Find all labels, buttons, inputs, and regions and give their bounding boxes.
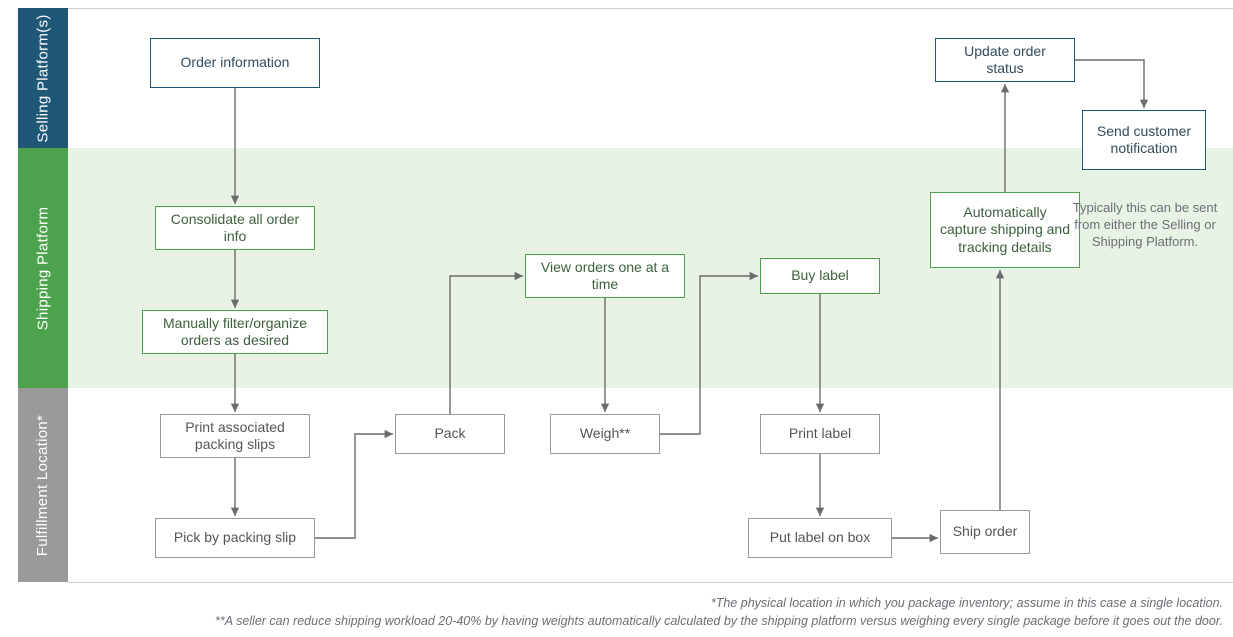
node-label: View orders one at a time [534, 259, 676, 294]
node-label: Order information [181, 54, 290, 72]
node-pack: Pack [395, 414, 505, 454]
node-label: Ship order [953, 523, 1018, 541]
node-put-label-on-box: Put label on box [748, 518, 892, 558]
note-text: Typically this can be sent from either t… [1073, 200, 1218, 249]
node-print-label: Print label [760, 414, 880, 454]
rule-bottom [68, 582, 1233, 583]
node-update-order-status: Update order status [935, 38, 1075, 82]
node-print-packing-slips: Print associated packing slips [160, 414, 310, 458]
node-pick-packing-slip: Pick by packing slip [155, 518, 315, 558]
lane-text: Selling Platform(s) [35, 14, 52, 142]
lane-text: Shipping Platform [35, 206, 52, 330]
node-consolidate-order-info: Consolidate all order info [155, 206, 315, 250]
node-ship-order: Ship order [940, 510, 1030, 554]
lane-label-shipping: Shipping Platform [18, 148, 68, 388]
node-auto-capture-tracking: Automatically capture shipping and track… [930, 192, 1080, 268]
footnote-text: *The physical location in which you pack… [711, 596, 1223, 610]
node-label: Pick by packing slip [174, 529, 296, 547]
lane-label-selling: Selling Platform(s) [18, 8, 68, 148]
node-label: Print associated packing slips [169, 419, 301, 454]
node-buy-label: Buy label [760, 258, 880, 294]
node-label: Weigh** [580, 425, 630, 443]
node-label: Print label [789, 425, 851, 443]
node-weigh: Weigh** [550, 414, 660, 454]
node-label: Buy label [791, 267, 849, 285]
node-label: Consolidate all order info [164, 211, 306, 246]
node-label: Manually filter/organize orders as desir… [151, 315, 319, 350]
lane-text: Fulfillment Location* [35, 414, 52, 555]
flow-diagram: Selling Platform(s) Shipping Platform Fu… [0, 0, 1233, 637]
node-manually-filter-organize: Manually filter/organize orders as desir… [142, 310, 328, 354]
note-either-platform: Typically this can be sent from either t… [1070, 200, 1220, 251]
node-label: Put label on box [770, 529, 870, 547]
footnote-location: *The physical location in which you pack… [711, 596, 1223, 610]
rule-top [68, 8, 1233, 9]
node-order-information: Order information [150, 38, 320, 88]
footnote-weigh: **A seller can reduce shipping workload … [215, 614, 1223, 628]
node-label: Pack [434, 425, 465, 443]
node-view-orders: View orders one at a time [525, 254, 685, 298]
node-label: Send customer notification [1091, 123, 1197, 158]
node-label: Update order status [944, 43, 1066, 78]
node-label: Automatically capture shipping and track… [939, 204, 1071, 257]
lane-label-fulfillment: Fulfillment Location* [18, 388, 68, 582]
node-send-customer-notification: Send customer notification [1082, 110, 1206, 170]
footnote-text: **A seller can reduce shipping workload … [215, 614, 1223, 628]
